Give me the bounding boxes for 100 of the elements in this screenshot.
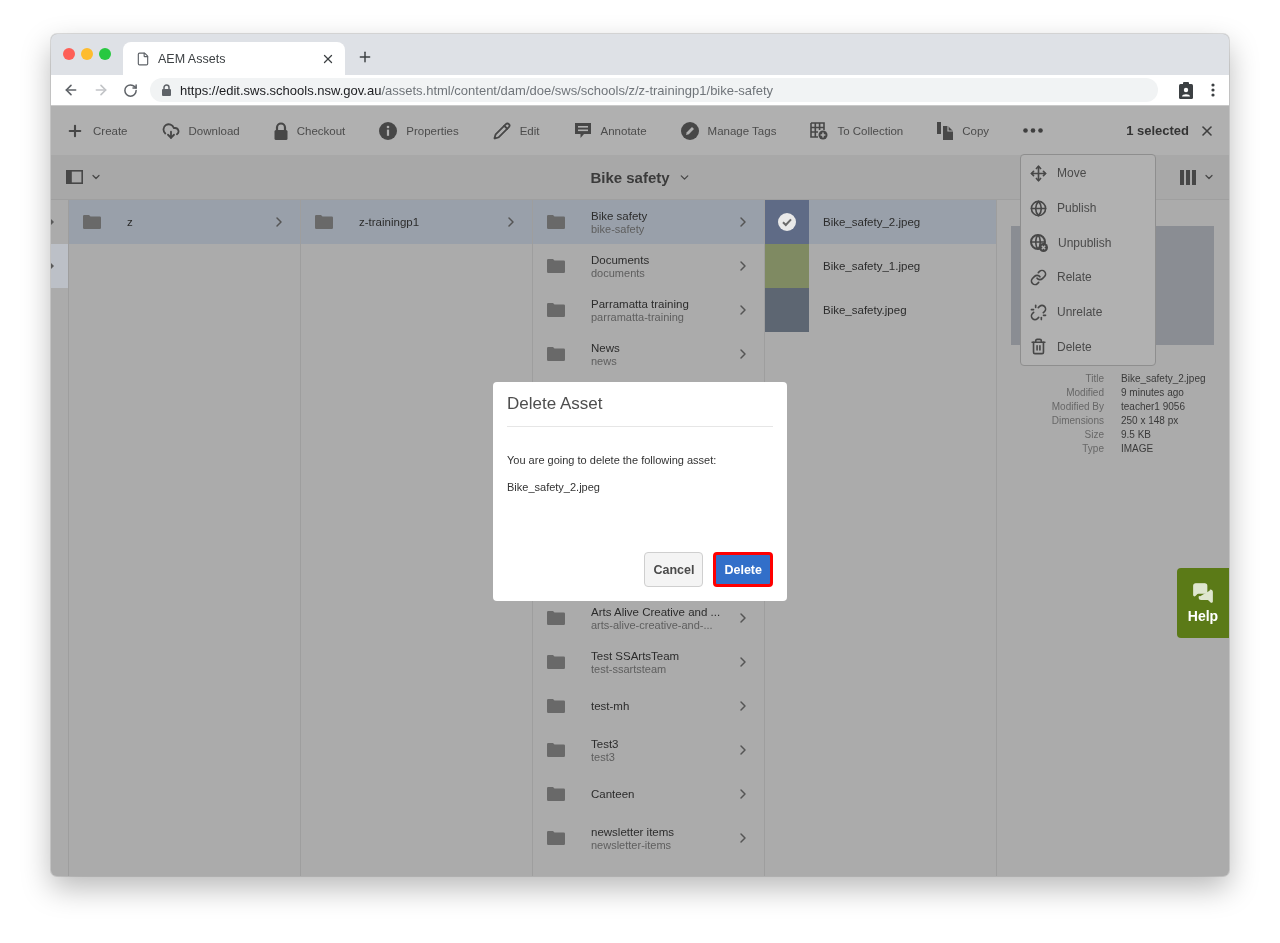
- checkout-button[interactable]: Checkout: [273, 121, 346, 140]
- broken-link-icon: [1030, 303, 1047, 321]
- link-icon: [1030, 268, 1047, 286]
- folder-name: test3: [591, 750, 615, 763]
- reload-icon[interactable]: [123, 82, 138, 98]
- asset-row[interactable]: Bike_safety.jpeg: [765, 288, 996, 332]
- folder-title: z-trainingp1: [359, 216, 420, 228]
- folder-icon: [547, 743, 565, 757]
- folder-name: news: [591, 354, 617, 367]
- folder-title: Arts Alive Creative and ...: [591, 605, 721, 618]
- menu-item[interactable]: Unrelate: [1021, 294, 1155, 330]
- folder-title: Test SSArtsTeam: [591, 649, 680, 662]
- pencil-circle-icon: [680, 121, 699, 140]
- sidebar-toggle-button[interactable]: [66, 170, 102, 184]
- title-dropdown[interactable]: Bike safety: [590, 168, 691, 186]
- folder-title: Documents: [591, 253, 650, 266]
- asset-filename: Bike_safety_2.jpeg: [507, 481, 601, 493]
- asset-row[interactable]: Bike_safety_1.jpeg: [765, 244, 996, 288]
- metadata-label: Size: [1083, 429, 1104, 440]
- annotate-button[interactable]: Annotate: [573, 122, 647, 139]
- column-view-icon: [1180, 169, 1196, 185]
- cancel-button[interactable]: Cancel: [644, 552, 704, 587]
- folder-row[interactable]: z: [69, 200, 300, 244]
- folder-title: test-mh: [591, 700, 630, 712]
- metadata-label: Title: [1084, 373, 1104, 384]
- folder-icon: [315, 215, 333, 229]
- menu-item[interactable]: Unpublish: [1021, 225, 1155, 260]
- menu-item[interactable]: Delete: [1021, 329, 1155, 365]
- info-icon: [379, 121, 398, 140]
- metadata-value: 250 x 148 px: [1121, 415, 1180, 426]
- confirm-button[interactable]: Delete: [713, 552, 773, 587]
- folder-icon: [547, 611, 565, 625]
- metadata-value: 9.5 KB: [1121, 429, 1153, 440]
- folder-icon: [547, 831, 565, 845]
- folder-row[interactable]: newsletter items newsletter-items: [533, 816, 764, 860]
- folder-row[interactable]: Arts Alive Creative and ... arts-alive-creative-and-...: [533, 596, 764, 640]
- caret-icon: [51, 263, 54, 269]
- folder-name: arts-alive-creative-and-...: [591, 618, 713, 631]
- metadata-value: IMAGE: [1121, 443, 1155, 454]
- more-icon: [1023, 128, 1044, 133]
- folder-icon: [83, 215, 101, 229]
- menu-item[interactable]: Publish: [1021, 190, 1155, 226]
- folder-title: Parramatta training: [591, 297, 689, 310]
- photo-placeholder: [765, 244, 809, 288]
- tab-title: AEM Assets: [158, 51, 227, 66]
- download-button[interactable]: Download: [161, 121, 240, 140]
- page-icon: [136, 51, 150, 66]
- asset-row[interactable]: Bike_safety_2.jpeg: [765, 200, 996, 244]
- folder-row[interactable]: Bike safety bike-safety: [533, 200, 764, 244]
- menu-item[interactable]: Relate: [1021, 260, 1155, 295]
- folder-row[interactable]: Test3 test3: [533, 728, 764, 772]
- view-switcher-button[interactable]: [1180, 169, 1215, 185]
- metadata-value: teacher1 9056: [1121, 401, 1186, 412]
- folder-icon: [547, 347, 565, 361]
- folder-name: newsletter-items: [591, 838, 672, 851]
- help-button[interactable]: Help: [1177, 568, 1229, 638]
- folder-icon: [547, 259, 565, 273]
- folder-title: Canteen: [591, 788, 635, 800]
- folder-row[interactable]: Test SSArtsTeam test-ssartsteam: [533, 640, 764, 684]
- sidebar-panel-icon: [66, 170, 83, 184]
- folder-icon: [547, 655, 565, 669]
- folder-title: News: [591, 341, 620, 354]
- lock-icon: [162, 84, 171, 96]
- browser-tab[interactable]: AEM Assets: [123, 42, 345, 75]
- edit-button[interactable]: Edit: [492, 121, 540, 140]
- globe-icon: [1030, 199, 1047, 217]
- folder-title: Test3: [591, 737, 619, 750]
- folder-row[interactable]: z-trainingp1: [301, 200, 532, 244]
- folder-name: test-ssartsteam: [591, 662, 667, 675]
- folder-icon: [547, 787, 565, 801]
- properties-button[interactable]: Properties: [379, 121, 459, 140]
- folder-row[interactable]: Canteen: [533, 772, 764, 816]
- grid-plus-icon: [810, 121, 829, 140]
- kebab-menu-icon[interactable]: [1211, 83, 1215, 97]
- url-field[interactable]: https://edit.sws.schools.nsw.gov.au/assets.html/content/dam/doe/sws/schools/z/z-trainingp1/bike-safety: [150, 78, 1158, 102]
- menu-item[interactable]: Move: [1021, 156, 1155, 191]
- asset-name: Bike_safety_2.jpeg: [823, 216, 921, 228]
- folder-row[interactable]: Documents documents: [533, 244, 764, 288]
- folder-row[interactable]: test-mh: [533, 684, 764, 728]
- folder-title: Bike safety: [591, 209, 648, 222]
- folder-row[interactable]: News news: [533, 332, 764, 376]
- metadata-value: 9 minutes ago: [1121, 387, 1185, 398]
- metadata-label: Modified By: [1050, 401, 1104, 412]
- move-arrows-icon: [1030, 164, 1047, 182]
- folder-icon: [547, 303, 565, 317]
- tags-button[interactable]: Manage Tags: [680, 121, 777, 140]
- clipboard-person-icon[interactable]: [1179, 81, 1193, 99]
- folder-title: z: [127, 216, 133, 228]
- trash-icon: [1030, 338, 1047, 356]
- caret-icon: [51, 219, 54, 225]
- pencil-icon: [492, 121, 511, 140]
- create-button[interactable]: Create: [66, 121, 128, 140]
- copy-button[interactable]: Copy: [937, 121, 990, 140]
- folder-row[interactable]: Parramatta training parramatta-training: [533, 288, 764, 332]
- collection-button[interactable]: To Collection: [810, 121, 904, 140]
- more-button[interactable]: [1023, 128, 1044, 133]
- folder-name: parramatta-training: [591, 310, 684, 323]
- metadata-label: Type: [1081, 443, 1104, 454]
- dialog-title: Delete Asset: [507, 382, 773, 427]
- folder-icon: [547, 215, 565, 229]
